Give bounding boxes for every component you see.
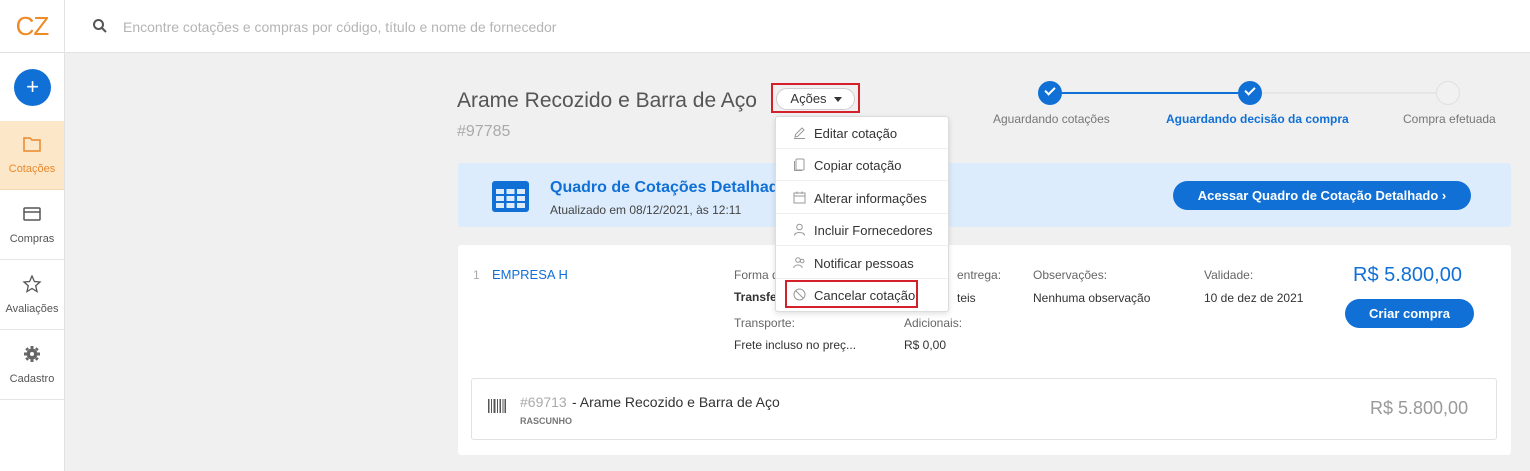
step-todo-indicator <box>1436 81 1460 105</box>
actions-label: Ações <box>790 91 827 106</box>
sidebar-item-cadastro[interactable]: Cadastro <box>0 331 64 400</box>
step-done-indicator <box>1038 81 1062 105</box>
menu-item-notify[interactable]: Notificar pessoas <box>776 247 948 279</box>
stepper-line-todo <box>1262 92 1437 94</box>
delivery-label: entrega: <box>957 268 1002 282</box>
stepper-line-done <box>1062 92 1238 94</box>
menu-item-edit[interactable]: Editar cotação <box>776 117 948 149</box>
folder-icon <box>23 137 41 152</box>
supplier-total-price: R$ 5.800,00 <box>1353 264 1462 286</box>
delivery-value: teis <box>957 291 976 305</box>
app-logo[interactable]: CZ <box>0 0 65 53</box>
search-icon <box>93 19 107 33</box>
search-input[interactable] <box>123 16 823 38</box>
page-title: Arame Recozido e Barra de Aço <box>457 89 757 112</box>
copy-icon <box>794 158 805 171</box>
sidebar-item-label: Compras <box>9 233 55 245</box>
menu-item-copy[interactable]: Copiar cotação <box>776 149 948 181</box>
banner-title: Quadro de Cotações Detalhado <box>550 179 789 196</box>
pencil-icon <box>794 127 805 139</box>
banner-updated-text: Atualizado em 08/12/2021, às 12:11 <box>550 203 742 217</box>
menu-item-label: Copiar cotação <box>814 158 902 173</box>
check-icon <box>1244 84 1256 96</box>
open-detailed-board-button[interactable]: Acessar Quadro de Cotação Detalhado › <box>1173 181 1471 210</box>
star-icon <box>22 275 42 293</box>
transport-label: Transporte: <box>734 316 795 330</box>
item-price: R$ 5.800,00 <box>1370 398 1469 418</box>
sidebar-item-label: Cadastro <box>9 373 55 385</box>
cancel-highlight-box <box>785 280 918 308</box>
sidebar-item-avaliacoes[interactable]: Avaliações <box>0 261 64 330</box>
step-label-current: Aguardando decisão da compra <box>1166 112 1349 126</box>
menu-item-change-info[interactable]: Alterar informações <box>776 182 948 214</box>
sidebar-item-cotacoes[interactable]: Cotações <box>0 121 64 190</box>
validity-value: 10 de dez de 2021 <box>1204 291 1304 305</box>
table-grid-icon <box>492 181 529 212</box>
sidebar: + Cotações Compras Avaliações Cadastro <box>0 53 65 471</box>
new-quotation-button[interactable]: + <box>14 69 51 106</box>
step-label: Compra efetuada <box>1403 112 1496 126</box>
payment-value: Transfe <box>734 290 777 304</box>
supplier-index: 1 <box>473 268 480 282</box>
menu-item-label: Notificar pessoas <box>814 256 914 271</box>
menu-item-label: Alterar informações <box>814 191 927 206</box>
item-name: - Arame Recozido e Barra de Aço <box>572 394 780 410</box>
quotation-id: #97785 <box>457 123 511 140</box>
caret-down-icon <box>834 97 842 102</box>
item-code: #69713 <box>520 394 567 410</box>
menu-item-label: Editar cotação <box>814 126 898 141</box>
actions-dropdown-button[interactable]: Ações <box>776 88 855 110</box>
sidebar-item-label: Cotações <box>8 163 56 175</box>
item-status-badge: RASCUNHO <box>520 416 573 426</box>
sidebar-item-label: Avaliações <box>5 303 59 315</box>
notes-value: Nenhuma observação <box>1033 291 1151 305</box>
transport-value: Frete incluso no preç... <box>734 338 857 352</box>
menu-item-label: Incluir Fornecedores <box>814 223 933 238</box>
menu-item-add-suppliers[interactable]: Incluir Fornecedores <box>776 214 948 246</box>
people-icon <box>793 257 805 269</box>
step-current-indicator <box>1238 81 1262 105</box>
barcode-icon <box>488 399 506 413</box>
sidebar-item-compras[interactable]: Compras <box>0 191 64 260</box>
supplier-name-link[interactable]: EMPRESA H <box>492 267 568 282</box>
top-bar: CZ <box>0 0 1530 53</box>
extras-label: Adicionais: <box>904 316 963 330</box>
create-purchase-button[interactable]: Criar compra <box>1345 299 1474 328</box>
notes-label: Observações: <box>1033 268 1108 282</box>
person-icon <box>794 223 805 236</box>
payment-label: Forma d <box>734 268 779 282</box>
calendar-icon <box>793 191 806 204</box>
step-label: Aguardando cotações <box>993 112 1110 126</box>
check-icon <box>1044 84 1056 96</box>
validity-label: Validade: <box>1204 268 1254 282</box>
card-icon <box>23 207 41 221</box>
gear-icon <box>24 346 40 362</box>
extras-value: R$ 0,00 <box>904 338 947 352</box>
